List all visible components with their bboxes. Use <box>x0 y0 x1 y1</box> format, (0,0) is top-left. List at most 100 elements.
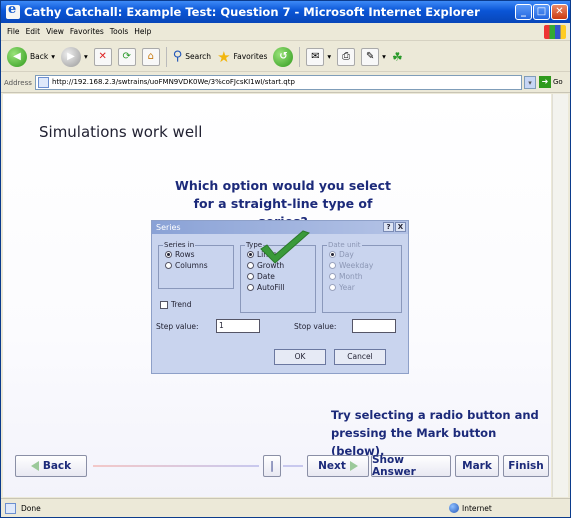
address-label: Address <box>4 78 32 87</box>
radio-icon <box>329 251 336 258</box>
window-title: Cathy Catchall: Example Test: Question 7… <box>24 5 480 19</box>
vertical-scrollbar[interactable] <box>552 94 568 497</box>
page-indicator[interactable]: | <box>263 455 281 477</box>
browser-window: Cathy Catchall: Example Test: Question 7… <box>0 0 571 518</box>
mail-dropdown-icon[interactable]: ▾ <box>327 52 331 61</box>
go-label: Go <box>553 78 563 86</box>
page-icon <box>38 77 49 88</box>
search-icon: ⚲ <box>172 49 183 64</box>
mail-button[interactable]: ✉ ▾ <box>306 47 331 66</box>
radio-rows[interactable]: Rows <box>165 249 233 260</box>
cancel-button[interactable]: Cancel <box>334 349 386 365</box>
back-label: Back <box>30 52 49 61</box>
radio-icon <box>165 251 172 258</box>
radio-icon <box>247 251 254 258</box>
option-label: Rows <box>175 250 195 259</box>
radio-autofill[interactable]: AutoFill <box>247 282 315 293</box>
trend-checkbox[interactable]: Trend <box>160 299 192 310</box>
forward-dropdown-icon[interactable]: ▾ <box>84 52 88 61</box>
back-dropdown-icon[interactable]: ▾ <box>51 52 55 61</box>
menu-edit[interactable]: Edit <box>26 27 41 36</box>
close-button[interactable]: ✕ <box>551 4 568 20</box>
dialog-close-icon[interactable]: X <box>395 222 406 232</box>
radio-weekday[interactable]: Weekday <box>329 260 401 271</box>
radio-columns[interactable]: Columns <box>165 260 233 271</box>
minimize-button[interactable]: _ <box>515 4 532 20</box>
forward-button[interactable]: ▶ ▾ <box>60 46 88 67</box>
address-input[interactable]: http://192.168.2.3/swtrains/uoFMN9VDK0We… <box>35 75 522 90</box>
home-icon: ⌂ <box>141 47 160 66</box>
edit-icon: ✎ <box>361 47 380 66</box>
search-label: Search <box>185 52 212 61</box>
checkmark-icon <box>260 230 310 264</box>
maximize-button[interactable]: □ <box>533 4 550 20</box>
zone-label: Internet <box>462 503 492 513</box>
option-label: Year <box>339 283 355 292</box>
stop-value-input[interactable] <box>352 319 396 333</box>
edit-button[interactable]: ✎ ▾ <box>361 47 386 66</box>
refresh-icon: ⟳ <box>117 47 136 66</box>
dialog-title: Series <box>156 223 181 232</box>
favorites-button[interactable]: ★ Favorites <box>217 48 267 66</box>
radio-year[interactable]: Year <box>329 282 401 293</box>
nav-next-label: Next <box>318 460 346 472</box>
forward-arrow-icon: ▶ <box>60 46 81 67</box>
finish-button[interactable]: Finish <box>503 455 549 477</box>
mail-icon: ✉ <box>306 47 325 66</box>
edit-dropdown-icon[interactable]: ▾ <box>382 52 386 61</box>
nav-back-label: Back <box>42 460 72 472</box>
menu-tools[interactable]: Tools <box>110 27 128 36</box>
stop-button[interactable]: ✕ <box>93 47 112 66</box>
option-label: Columns <box>175 261 208 270</box>
question-nav-bar: Back | Next Show Answer Mark Finish <box>15 454 549 478</box>
refresh-button[interactable]: ⟳ <box>117 47 136 66</box>
menu-bar: File Edit View Favorites Tools Help <box>1 23 570 41</box>
menu-view[interactable]: View <box>46 27 64 36</box>
radio-icon <box>329 262 336 269</box>
option-label: Trend <box>171 300 192 309</box>
nav-back-button[interactable]: Back <box>15 455 87 477</box>
page-icon <box>5 503 16 514</box>
status-bar: Done Internet <box>1 498 570 517</box>
home-button[interactable]: ⌂ <box>141 47 160 66</box>
address-dropdown-icon[interactable]: ▾ <box>524 76 536 89</box>
search-button[interactable]: ⚲ Search <box>173 49 211 64</box>
radio-icon <box>247 262 254 269</box>
title-bar: Cathy Catchall: Example Test: Question 7… <box>1 1 570 23</box>
nav-next-button[interactable]: Next <box>307 455 369 477</box>
nav-divider <box>93 465 259 467</box>
menu-file[interactable]: File <box>7 27 20 36</box>
ie-logo-icon <box>6 2 20 19</box>
security-zone: Internet <box>449 503 492 513</box>
status-text: Done <box>21 504 41 513</box>
radio-icon <box>247 284 254 291</box>
globe-icon <box>449 503 459 513</box>
option-label: Month <box>339 272 363 281</box>
show-answer-button[interactable]: Show Answer <box>371 454 451 478</box>
radio-day[interactable]: Day <box>329 249 401 260</box>
history-button[interactable]: ↺ <box>273 46 294 67</box>
back-button[interactable]: ◀ Back ▾ <box>7 46 55 67</box>
option-label: Day <box>339 250 354 259</box>
checkbox-icon <box>160 300 168 309</box>
menu-help[interactable]: Help <box>134 27 151 36</box>
step-value-input[interactable]: 1 <box>216 319 260 333</box>
radio-month[interactable]: Month <box>329 271 401 282</box>
step-value-label: Step value: <box>156 322 199 331</box>
favorites-label: Favorites <box>233 52 268 61</box>
series-in-group: Series in Rows Columns <box>158 241 234 289</box>
date-unit-legend: Date unit <box>328 241 361 249</box>
print-button[interactable]: ⎙ <box>337 47 356 66</box>
series-in-legend: Series in <box>164 241 195 249</box>
go-button[interactable]: ➜ Go <box>539 76 563 88</box>
help-icon[interactable]: ? <box>383 222 394 232</box>
ok-button[interactable]: OK <box>274 349 326 365</box>
radio-icon <box>329 284 336 291</box>
option-label: Date <box>257 272 275 281</box>
radio-date[interactable]: Date <box>247 271 315 282</box>
mark-button[interactable]: Mark <box>455 455 499 477</box>
windows-flag-icon <box>544 25 566 39</box>
messenger-button[interactable]: ☘ <box>392 50 403 64</box>
back-arrow-icon: ◀ <box>7 46 27 67</box>
menu-favorites[interactable]: Favorites <box>70 27 104 36</box>
